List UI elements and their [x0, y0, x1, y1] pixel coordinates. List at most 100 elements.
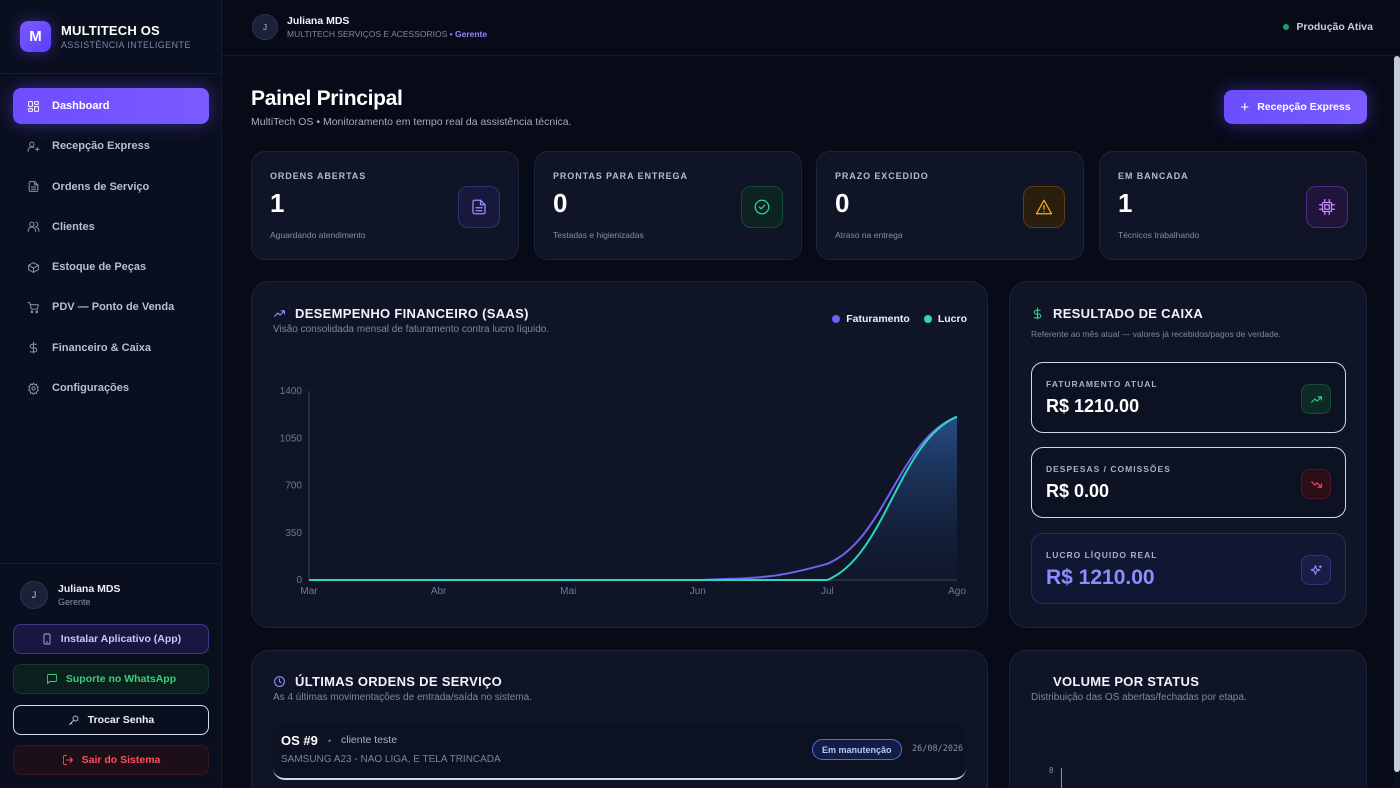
sidebar-item-label: Ordens de Serviço — [52, 180, 150, 193]
cash-subtitle: Referente ao mês atual — valores já rece… — [1031, 329, 1281, 339]
plus-icon: + — [1240, 98, 1250, 116]
smartphone-icon — [43, 633, 51, 645]
brand-tagline: ASSISTÊNCIA INTELIGENTE — [61, 40, 191, 50]
warning-icon — [1035, 199, 1053, 215]
chat-icon — [46, 674, 57, 684]
status-text: Produção Ativa — [1296, 21, 1373, 33]
table-row[interactable]: OS #9 • cliente teste SAMSUNG A23 - NAO … — [273, 723, 966, 780]
stat-label: EM BANCADA — [1118, 171, 1189, 181]
logout-button[interactable]: Sair do Sistema — [13, 745, 209, 775]
stat-card-overdue[interactable]: PRAZO EXCEDIDO 0 Atraso na entrega — [816, 151, 1084, 260]
brand-name: MULTITECH OS — [61, 23, 160, 38]
page-scrollbar-thumb[interactable] — [1394, 56, 1400, 772]
install-app-button[interactable]: Instalar Aplicativo (App) — [13, 624, 209, 654]
cash-panel: RESULTADO DE CAIXA Referente ao mês atua… — [1009, 281, 1367, 628]
topbar-user-name: Juliana MDS — [287, 15, 350, 27]
sidebar-divider — [0, 563, 222, 564]
volume-y-tick: 8 — [1049, 766, 1054, 775]
y-tick-label: 0 — [296, 575, 302, 586]
install-app-label: Instalar Aplicativo (App) — [60, 633, 182, 645]
stat-label: ORDENS ABERTAS — [270, 171, 367, 181]
cash-card-revenue[interactable]: FATURAMENTO ATUAL R$ 1210.00 — [1031, 362, 1346, 433]
stat-value: 1 — [1118, 188, 1133, 218]
whatsapp-support-label: Suporte no WhatsApp — [65, 673, 177, 685]
stat-label: PRAZO EXCEDIDO — [835, 171, 929, 181]
orders-title: ÚLTIMAS ORDENS DE SERVIÇO — [273, 674, 502, 689]
volume-y-axis — [1061, 768, 1062, 788]
stat-card-open-orders[interactable]: ORDENS ABERTAS 1 Aguardando atendimento — [251, 151, 519, 260]
cash-value: R$ 1210.00 — [1046, 396, 1140, 416]
page-title: Painel Principal — [251, 87, 403, 110]
cash-label: LUCRO LÍQUIDO REAL — [1046, 550, 1158, 560]
os-date: 26/08/2026 — [912, 744, 964, 754]
sidebar-item-label: PDV — Ponto de Venda — [52, 301, 175, 314]
sidebar-item-clients[interactable]: Clientes — [13, 209, 209, 245]
stat-label: PRONTAS PARA ENTREGA — [553, 171, 688, 181]
sidebar-item-dashboard[interactable]: Dashboard — [13, 88, 209, 124]
orders-title-text: ÚLTIMAS ORDENS DE SERVIÇO — [295, 674, 503, 689]
stat-desc: Testadas e higienizadas — [553, 230, 644, 240]
sidebar-item-reception[interactable]: Recepção Express — [13, 128, 209, 164]
chip-icon — [1318, 198, 1336, 216]
topbar-company-name: MULTITECH SERVIÇOS E ACESSORIOS — [287, 29, 448, 39]
change-password-label: Trocar Senha — [87, 714, 155, 726]
key-icon — [68, 715, 79, 725]
y-tick-label: 1400 — [280, 386, 303, 397]
cash-value: R$ 0.00 — [1046, 481, 1110, 501]
brand[interactable]: M MULTITECH OS ASSISTÊNCIA INTELIGENTE — [20, 21, 191, 52]
y-tick-label: 350 — [285, 528, 302, 539]
x-tick-label: Mai — [560, 586, 576, 597]
cash-card-net-profit[interactable]: LUCRO LÍQUIDO REAL R$ 1210.00 — [1031, 533, 1346, 604]
reception-express-button[interactable]: + Recepção Express — [1224, 90, 1367, 124]
users-icon — [27, 222, 40, 233]
sidebar-item-pos[interactable]: PDV — Ponto de Venda — [13, 289, 209, 325]
stat-desc: Técnicos trabalhando — [1118, 230, 1200, 240]
stat-value: 1 — [270, 188, 285, 218]
page-subtitle: MultiTech OS • Monitoramento em tempo re… — [251, 116, 572, 128]
sidebar-item-label: Estoque de Peças — [52, 261, 147, 274]
stat-desc: Aguardando atendimento — [270, 230, 366, 240]
volume-subtitle: Distribuição das OS abertas/fechadas por… — [1031, 692, 1247, 703]
change-password-button[interactable]: Trocar Senha — [13, 705, 209, 735]
x-tick-label: Mar — [300, 586, 318, 597]
sidebar-item-inventory[interactable]: Estoque de Peças — [13, 249, 209, 285]
brand-logo: M — [20, 21, 51, 52]
os-device: SAMSUNG A23 - NAO LIGA, E TELA TRINCADA — [281, 754, 501, 765]
stat-desc: Atraso na entrega — [835, 230, 903, 240]
stat-icon-box — [741, 186, 783, 228]
dollar-icon — [29, 341, 38, 354]
topbar-user[interactable]: J Juliana MDS MULTITECH SERVIÇOS E ACESS… — [252, 14, 487, 40]
avatar: J — [20, 581, 48, 609]
topbar-company: MULTITECH SERVIÇOS E ACESSORIOS • Gerent… — [287, 29, 487, 39]
cash-title-text: RESULTADO DE CAIXA — [1053, 306, 1204, 321]
x-tick-label: Abr — [431, 586, 447, 597]
orders-panel: ÚLTIMAS ORDENS DE SERVIÇO As 4 últimas m… — [251, 650, 988, 788]
sidebar-user-name: Juliana MDS — [58, 583, 121, 595]
package-icon — [28, 261, 39, 273]
avatar: J — [252, 14, 278, 40]
cash-value: R$ 1210.00 — [1046, 566, 1155, 589]
stat-card-ready[interactable]: PRONTAS PARA ENTREGA 0 Testadas e higien… — [534, 151, 802, 260]
stat-icon-box — [458, 186, 500, 228]
clock-icon — [274, 676, 285, 687]
status-dot-icon — [1283, 24, 1290, 30]
sidebar-user: J Juliana MDS Gerente — [20, 581, 120, 609]
sidebar-item-settings[interactable]: Configurações — [13, 370, 209, 406]
stat-icon-box — [1023, 186, 1065, 228]
logout-icon — [62, 755, 73, 765]
volume-panel: VOLUME POR STATUS Distribuição das OS ab… — [1009, 650, 1367, 788]
x-tick-label: Jun — [690, 586, 706, 597]
sidebar-item-finance[interactable]: Financeiro & Caixa — [13, 330, 209, 366]
x-tick-label: Ago — [948, 586, 966, 597]
sidebar-item-label: Configurações — [52, 382, 130, 395]
trend-down-icon — [1310, 480, 1322, 488]
stat-card-bench[interactable]: EM BANCADA 1 Técnicos trabalhando — [1099, 151, 1367, 260]
whatsapp-support-button[interactable]: Suporte no WhatsApp — [13, 664, 209, 694]
finance-chart: 0 350 700 1050 1400 Mar Abr Mai Jun Jul Ago — [280, 386, 967, 597]
sparkle-icon — [1310, 564, 1322, 575]
sidebar-item-label: Clientes — [52, 220, 95, 233]
stat-value: 0 — [835, 188, 850, 218]
sidebar-item-service-orders[interactable]: Ordens de Serviço — [13, 169, 209, 205]
cash-card-expenses[interactable]: DESPESAS / COMISSÕES R$ 0.00 — [1031, 447, 1346, 518]
topbar-role: Gerente — [454, 29, 488, 39]
